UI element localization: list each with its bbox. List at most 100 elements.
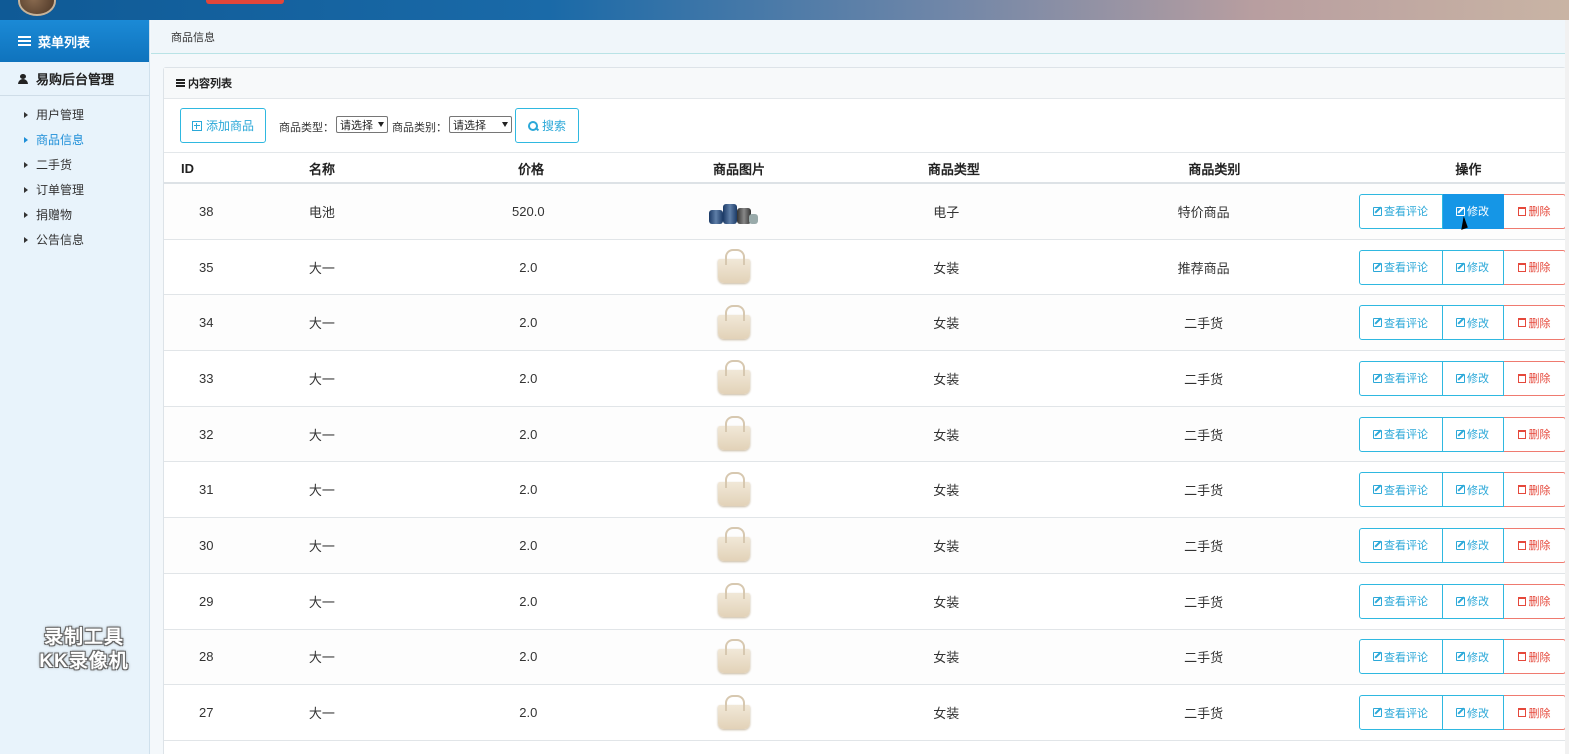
view-comments-button[interactable]: 查看评论	[1358, 416, 1443, 452]
cell-type: 女装	[933, 538, 960, 554]
cell-category: 二手货	[1184, 371, 1224, 387]
cell-category: 二手货	[1184, 706, 1224, 722]
delete-label: 删除	[1528, 429, 1551, 442]
type-select[interactable]: 请选择	[336, 116, 388, 133]
edit-button[interactable]: 修改	[1442, 695, 1504, 731]
plus-square-icon	[191, 120, 202, 131]
view-comments-button[interactable]: 查看评论	[1358, 583, 1443, 619]
bag-image	[715, 249, 753, 285]
scrollbar[interactable]	[1565, 20, 1569, 754]
cell-price: 2.0	[519, 537, 538, 553]
cell-category: 二手货	[1184, 427, 1224, 443]
cell-image	[623, 184, 844, 239]
menu-title: 菜单列表	[38, 34, 91, 50]
action-group: 查看评论 修改 删除	[1358, 695, 1566, 731]
delete-button[interactable]: 删除	[1503, 472, 1566, 508]
delete-button[interactable]: 删除	[1503, 695, 1566, 731]
delete-button[interactable]: 删除	[1503, 360, 1566, 396]
edit-button[interactable]: 修改	[1442, 416, 1504, 452]
view-comments-button[interactable]: 查看评论	[1358, 305, 1443, 341]
list-icon	[18, 34, 31, 48]
action-group: 查看评论 修改 删除	[1358, 583, 1566, 619]
content-panel: 内容列表 添加商品 商品类型： 请选择 商品类别： 请选择 搜索 ID 名称 价…	[163, 67, 1566, 754]
product-table: ID 名称 价格 商品图片 商品类型 商品类别 操作 38 电池 520.0 电子 特价…	[164, 152, 1566, 741]
view-comments-button[interactable]: 查看评论	[1358, 360, 1443, 396]
delete-button[interactable]: 删除	[1503, 193, 1566, 229]
cell-category: 二手货	[1184, 594, 1224, 610]
edit-icon	[1456, 262, 1465, 272]
add-product-button[interactable]: 添加商品	[180, 108, 266, 143]
view-comments-label: 查看评论	[1384, 373, 1428, 386]
trash-icon	[1517, 708, 1526, 718]
view-comments-button[interactable]: 查看评论	[1358, 472, 1443, 508]
bag-image	[715, 416, 753, 452]
edit-button[interactable]: 修改	[1442, 639, 1504, 675]
view-comments-label: 查看评论	[1384, 596, 1428, 609]
action-group: 查看评论 修改 删除	[1358, 472, 1566, 508]
view-comments-button[interactable]: 查看评论	[1358, 193, 1443, 229]
action-group: 查看评论 修改 删除	[1358, 527, 1566, 563]
delete-button[interactable]: 删除	[1503, 639, 1566, 675]
sidebar-item-secondhand[interactable]: 二手货	[0, 152, 149, 177]
logout-button[interactable]	[206, 0, 284, 4]
watermark-line: KK录像机	[39, 651, 129, 672]
sidebar-item-orders[interactable]: 订单管理	[0, 177, 149, 202]
view-comments-button[interactable]: 查看评论	[1358, 695, 1443, 731]
trash-icon	[1517, 652, 1526, 662]
col-header-price: 价格	[518, 161, 545, 177]
delete-label: 删除	[1528, 651, 1551, 664]
sidebar-item-donations[interactable]: 捐赠物	[0, 202, 149, 227]
table-row: 28 大一 2.0 女装 二手货 查看评论 修改 删除	[164, 629, 1566, 686]
delete-button[interactable]: 删除	[1503, 305, 1566, 341]
breadcrumb: 商品信息	[151, 20, 1569, 54]
table-row: 31 大一 2.0 女装 二手货 查看评论 修改 删除	[164, 462, 1566, 519]
cell-category: 二手货	[1184, 316, 1224, 332]
cell-image	[623, 240, 844, 295]
edit-button[interactable]: 修改	[1442, 360, 1504, 396]
search-icon	[527, 120, 538, 131]
cell-image	[623, 630, 844, 685]
edit-button[interactable]: 修改	[1442, 249, 1504, 285]
cell-name: 大一	[308, 538, 335, 554]
view-comments-button[interactable]: 查看评论	[1358, 527, 1443, 563]
edit-button[interactable]: 修改	[1442, 193, 1504, 229]
cell-type: 女装	[933, 316, 960, 332]
cell-id: 32	[199, 426, 214, 442]
col-header-id: ID	[181, 160, 194, 176]
view-comments-button[interactable]: 查看评论	[1358, 249, 1443, 285]
sidebar-item-products[interactable]: 商品信息	[0, 127, 149, 152]
delete-button[interactable]: 删除	[1503, 527, 1566, 563]
cell-price: 2.0	[519, 370, 538, 386]
category-select[interactable]: 请选择	[449, 116, 512, 133]
cell-type: 电子	[933, 204, 960, 220]
cell-id: 35	[199, 259, 214, 275]
sidebar-group-admin[interactable]: 易购后台管理	[0, 62, 149, 96]
delete-button[interactable]: 删除	[1503, 583, 1566, 619]
edit-button[interactable]: 修改	[1442, 472, 1504, 508]
sidebar-item-announcements[interactable]: 公告信息	[0, 227, 149, 252]
edit-button[interactable]: 修改	[1442, 305, 1504, 341]
view-comments-button[interactable]: 查看评论	[1358, 639, 1443, 675]
edit-icon	[1373, 373, 1382, 383]
view-comments-label: 查看评论	[1384, 206, 1428, 219]
chevron-down-icon	[378, 122, 384, 127]
edit-button[interactable]: 修改	[1442, 583, 1504, 619]
edit-button[interactable]: 修改	[1442, 527, 1504, 563]
search-button[interactable]: 搜索	[515, 108, 579, 143]
cell-price: 2.0	[519, 649, 538, 665]
cell-type: 女装	[933, 427, 960, 443]
caret-right-icon	[24, 236, 28, 243]
table-row: 34 大一 2.0 女装 二手货 查看评论 修改 删除	[164, 295, 1566, 352]
sidebar-item-users[interactable]: 用户管理	[0, 102, 149, 127]
cell-category: 二手货	[1184, 538, 1224, 554]
delete-label: 删除	[1528, 206, 1551, 219]
table-row: 38 电池 520.0 电子 特价商品 查看评论 修改 删除	[164, 184, 1566, 240]
delete-button[interactable]: 删除	[1503, 249, 1566, 285]
edit-icon	[1456, 373, 1465, 383]
category-filter-label: 商品类别：	[392, 122, 447, 134]
delete-label: 删除	[1528, 484, 1551, 497]
delete-button[interactable]: 删除	[1503, 416, 1566, 452]
edit-label: 修改	[1467, 206, 1489, 219]
edit-icon	[1373, 262, 1382, 272]
avatar[interactable]	[18, 0, 56, 16]
